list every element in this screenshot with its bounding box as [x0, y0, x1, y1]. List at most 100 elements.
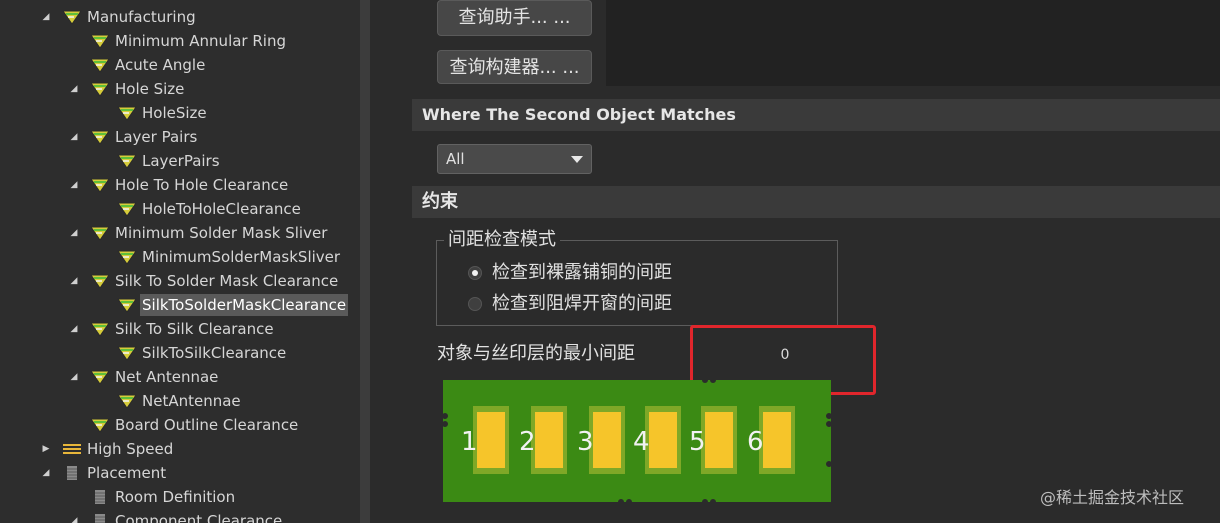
collapse-arrow-icon[interactable]: ◢ [68, 222, 80, 244]
tree-item-label: MinimumSolderMaskSliver [142, 248, 341, 266]
tree-item[interactable]: ▶ High Speed [0, 438, 360, 460]
rule-icon [90, 177, 110, 193]
radio-solder-mask-opening-label: 检查到阻焊开窗的间距 [492, 293, 672, 314]
collapse-arrow-icon[interactable]: ◢ [68, 78, 80, 100]
silk-to-mask-diagram: 1 2 3 4 5 6 [443, 380, 831, 502]
collapse-arrow-icon[interactable]: ◢ [68, 366, 80, 388]
tree-item-label: SilkToSolderMaskClearance [140, 294, 349, 316]
tree-item[interactable]: ◢ Silk To Solder Mask Clearance [0, 270, 360, 292]
tree-item[interactable]: Room Definition [0, 486, 360, 508]
tree-item[interactable]: Minimum Annular Ring [0, 30, 360, 52]
tree-item[interactable]: ◢ Component Clearance [0, 510, 360, 523]
tree-item[interactable]: SilkToSilkClearance [0, 342, 360, 364]
rule-class-icon [62, 9, 82, 25]
collapse-arrow-icon[interactable]: ◢ [68, 318, 80, 340]
tree-item-label: Minimum Solder Mask Sliver [115, 224, 328, 242]
tree-item[interactable]: HoleSize [0, 102, 360, 124]
tree-scrollbar[interactable] [360, 0, 370, 523]
constraints-header: 约束 [412, 186, 1220, 218]
rule-icon [117, 345, 137, 361]
smd-pad [593, 412, 621, 468]
placement-icon [62, 465, 82, 481]
tree-item[interactable]: ◢ Hole To Hole Clearance [0, 174, 360, 196]
tree-item[interactable]: ◢ Placement [0, 462, 360, 484]
tree-item[interactable]: Acute Angle [0, 54, 360, 76]
rule-icon [90, 321, 110, 337]
smd-pad [649, 412, 677, 468]
collapse-arrow-icon[interactable]: ◢ [40, 6, 52, 28]
placement-rule-icon [90, 513, 110, 523]
silk-label: 2 [519, 427, 536, 457]
tree-item-label: Hole To Hole Clearance [115, 176, 289, 194]
second-object-header: Where The Second Object Matches [412, 99, 1220, 131]
rule-icon [117, 201, 137, 217]
collapse-arrow-icon[interactable]: ◢ [68, 126, 80, 148]
rules-tree: ◢ Manufacturing Minimum Annular Ring Acute … [0, 0, 360, 523]
tree-item-label: NetAntennae [142, 392, 241, 410]
smd-pad [477, 412, 505, 468]
smd-pad [763, 412, 791, 468]
query-area [606, 0, 1220, 86]
placement-rule-icon [90, 489, 110, 505]
query-builder-button[interactable]: 查询构建器... ... [437, 50, 592, 84]
radio-exposed-copper-label: 检查到裸露铺铜的间距 [492, 262, 672, 283]
tree-item-label: Manufacturing [87, 8, 196, 26]
expand-arrow-icon[interactable]: ▶ [40, 438, 52, 460]
rule-icon [90, 273, 110, 289]
tree-item[interactable]: HoleToHoleClearance [0, 198, 360, 220]
tree-item[interactable]: SilkToSolderMaskClearance [0, 294, 360, 316]
tree-item-label: Placement [87, 464, 167, 482]
tree-item-label: Room Definition [115, 488, 236, 506]
silk-label: 6 [747, 427, 764, 457]
tree-item-label: Board Outline Clearance [115, 416, 299, 434]
tree-item-label: LayerPairs [142, 152, 220, 170]
tree-item-label: HoleToHoleClearance [142, 200, 301, 218]
collapse-arrow-icon[interactable]: ◢ [40, 462, 52, 484]
silk-label: 1 [461, 427, 478, 457]
tree-item[interactable]: MinimumSolderMaskSliver [0, 246, 360, 268]
clearance-check-mode-title: 间距检查模式 [444, 229, 560, 251]
tree-item-label: Component Clearance [115, 512, 283, 523]
rule-icon [117, 393, 137, 409]
radio-unselected-icon [468, 297, 482, 311]
tree-item[interactable]: ◢ Net Antennae [0, 366, 360, 388]
tree-item-label: Silk To Solder Mask Clearance [115, 272, 339, 290]
tree-item[interactable]: ◢ Hole Size [0, 78, 360, 100]
tree-item[interactable]: Board Outline Clearance [0, 414, 360, 436]
tree-item[interactable]: LayerPairs [0, 150, 360, 172]
watermark: @稀土掘金技术社区 [1040, 488, 1185, 507]
rule-icon [90, 417, 110, 433]
rule-class-icon [62, 0, 82, 3]
tree-item-label: Acute Angle [115, 56, 206, 74]
silk-label: 5 [689, 427, 706, 457]
tree-item-label: High Speed [87, 440, 174, 458]
tree-item[interactable]: NetAntennae [0, 390, 360, 412]
tree-item-label: Minimum Annular Ring [115, 32, 286, 50]
query-helper-button[interactable]: 查询助手... ... [437, 0, 592, 36]
tree-item-label: SilkToSilkClearance [142, 344, 287, 362]
silk-label: 4 [633, 427, 650, 457]
chevron-down-icon [571, 156, 583, 163]
rule-icon [117, 153, 137, 169]
tree-item-label: Hole Size [115, 80, 185, 98]
silk-label: 3 [577, 427, 594, 457]
tree-item[interactable]: ◢ Minimum Solder Mask Sliver [0, 222, 360, 244]
rule-icon [90, 225, 110, 241]
rule-icon [90, 129, 110, 145]
radio-selected-icon [468, 266, 482, 280]
collapse-arrow-icon[interactable]: ◢ [68, 174, 80, 196]
collapse-arrow-icon[interactable]: ◢ [68, 270, 80, 292]
smd-pad [705, 412, 733, 468]
tree-item[interactable]: ◢ Silk To Silk Clearance [0, 318, 360, 340]
min-silk-clearance-label: 对象与丝印层的最小间距 [437, 343, 635, 364]
rule-icon [90, 57, 110, 73]
tree-item[interactable]: ◢ Manufacturing [0, 6, 360, 28]
rule-icon [117, 297, 137, 313]
smd-pad [535, 412, 563, 468]
rule-icon [117, 249, 137, 265]
rule-icon [117, 105, 137, 121]
collapse-arrow-icon[interactable]: ◢ [68, 510, 80, 523]
second-object-scope-select[interactable]: All [437, 144, 592, 174]
tree-item[interactable]: ◢ Layer Pairs [0, 126, 360, 148]
rule-icon [90, 81, 110, 97]
